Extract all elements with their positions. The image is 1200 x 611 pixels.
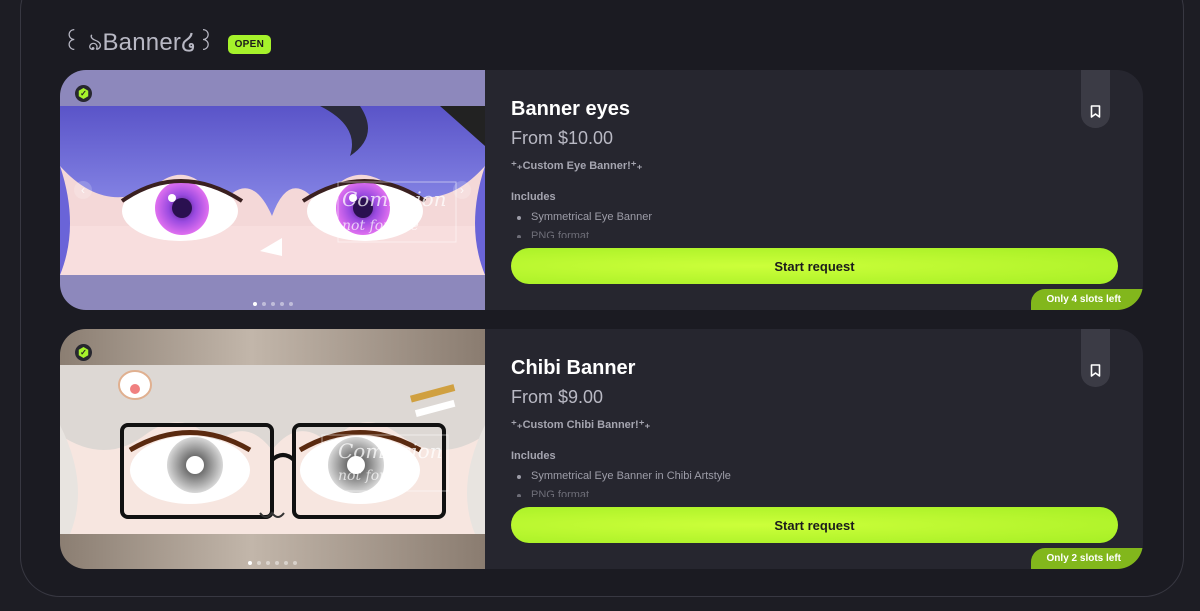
commission-card[interactable]: Comission not for use ✓ ‹ › Banner eyes … <box>60 70 1143 310</box>
svg-text:Comission: Comission <box>342 187 447 211</box>
anime-eyes-white-hair-glasses-image: Comission not for use <box>60 365 485 534</box>
card-tagline: ⁺₊Custom Chibi Banner!⁺₊ <box>511 419 651 431</box>
bookmark-button[interactable] <box>1081 70 1110 128</box>
card-title: Chibi Banner <box>511 357 636 379</box>
carousel-dot[interactable] <box>275 561 279 565</box>
bookmark-icon <box>1090 105 1101 118</box>
carousel-dots <box>60 561 485 565</box>
svg-text:not for use: not for use <box>342 218 419 234</box>
slots-left-badge: Only 2 slots left <box>1030 548 1143 569</box>
anime-eyes-purple-image: Comission not for use <box>60 106 485 275</box>
verified-badge-icon: ✓ <box>75 85 92 102</box>
carousel-dot[interactable] <box>284 561 288 565</box>
section-header: ꒰ ঌBanner໒꒱ OPEN <box>62 24 272 64</box>
card-price: From $10.00 <box>511 128 614 148</box>
start-request-button[interactable]: Start request <box>511 248 1118 284</box>
includes-item: Symmetrical Eye Banner <box>511 208 1117 227</box>
carousel-dot[interactable] <box>266 561 270 565</box>
image-carousel[interactable]: Comission not for use ✓ ‹ › <box>60 70 485 310</box>
bookmark-icon <box>1090 364 1101 377</box>
includes-item: PNG format <box>511 486 1117 497</box>
includes-list: Symmetrical Eye Banner in Chibi Artstyle… <box>511 467 1117 497</box>
includes-item: Symmetrical Eye Banner in Chibi Artstyle <box>511 467 1117 486</box>
card-title: Banner eyes <box>511 98 630 120</box>
slots-left-badge: Only 4 slots left <box>1030 289 1143 310</box>
includes-label: Includes <box>511 191 556 203</box>
image-carousel[interactable]: Comission not for use ✓ <box>60 329 485 569</box>
card-price: From $9.00 <box>511 387 604 407</box>
carousel-dot[interactable] <box>293 561 297 565</box>
carousel-next-button[interactable]: › <box>453 181 471 199</box>
carousel-dot[interactable] <box>279 302 284 306</box>
includes-list: Symmetrical Eye Banner PNG format <box>511 208 1117 238</box>
carousel-dot[interactable] <box>270 302 275 306</box>
carousel-dot[interactable] <box>248 561 252 565</box>
card-tagline: ⁺₊Custom Eye Banner!⁺₊ <box>511 160 643 172</box>
carousel-dot[interactable] <box>252 302 257 306</box>
start-request-button[interactable]: Start request <box>511 507 1118 543</box>
includes-item: PNG format <box>511 227 1117 238</box>
verified-badge-icon: ✓ <box>75 344 92 361</box>
card-details: Banner eyes From $10.00 ⁺₊Custom Eye Ban… <box>511 98 1117 238</box>
carousel-dot[interactable] <box>257 561 261 565</box>
bookmark-button[interactable] <box>1081 329 1110 387</box>
card-details: Chibi Banner From $9.00 ⁺₊Custom Chibi B… <box>511 357 1117 497</box>
status-badge: OPEN <box>227 34 272 54</box>
carousel-dots <box>60 302 485 306</box>
commission-card[interactable]: Comission not for use ✓ Chibi Banner Fro… <box>60 329 1143 569</box>
carousel-dot[interactable] <box>261 302 266 306</box>
carousel-prev-button[interactable]: ‹ <box>74 181 92 199</box>
svg-text:Comission: Comission <box>338 439 443 463</box>
svg-text:not for use: not for use <box>338 468 415 484</box>
section-title: ꒰ ঌBanner໒꒱ <box>62 29 216 56</box>
carousel-dot[interactable] <box>288 302 293 306</box>
includes-label: Includes <box>511 450 556 462</box>
